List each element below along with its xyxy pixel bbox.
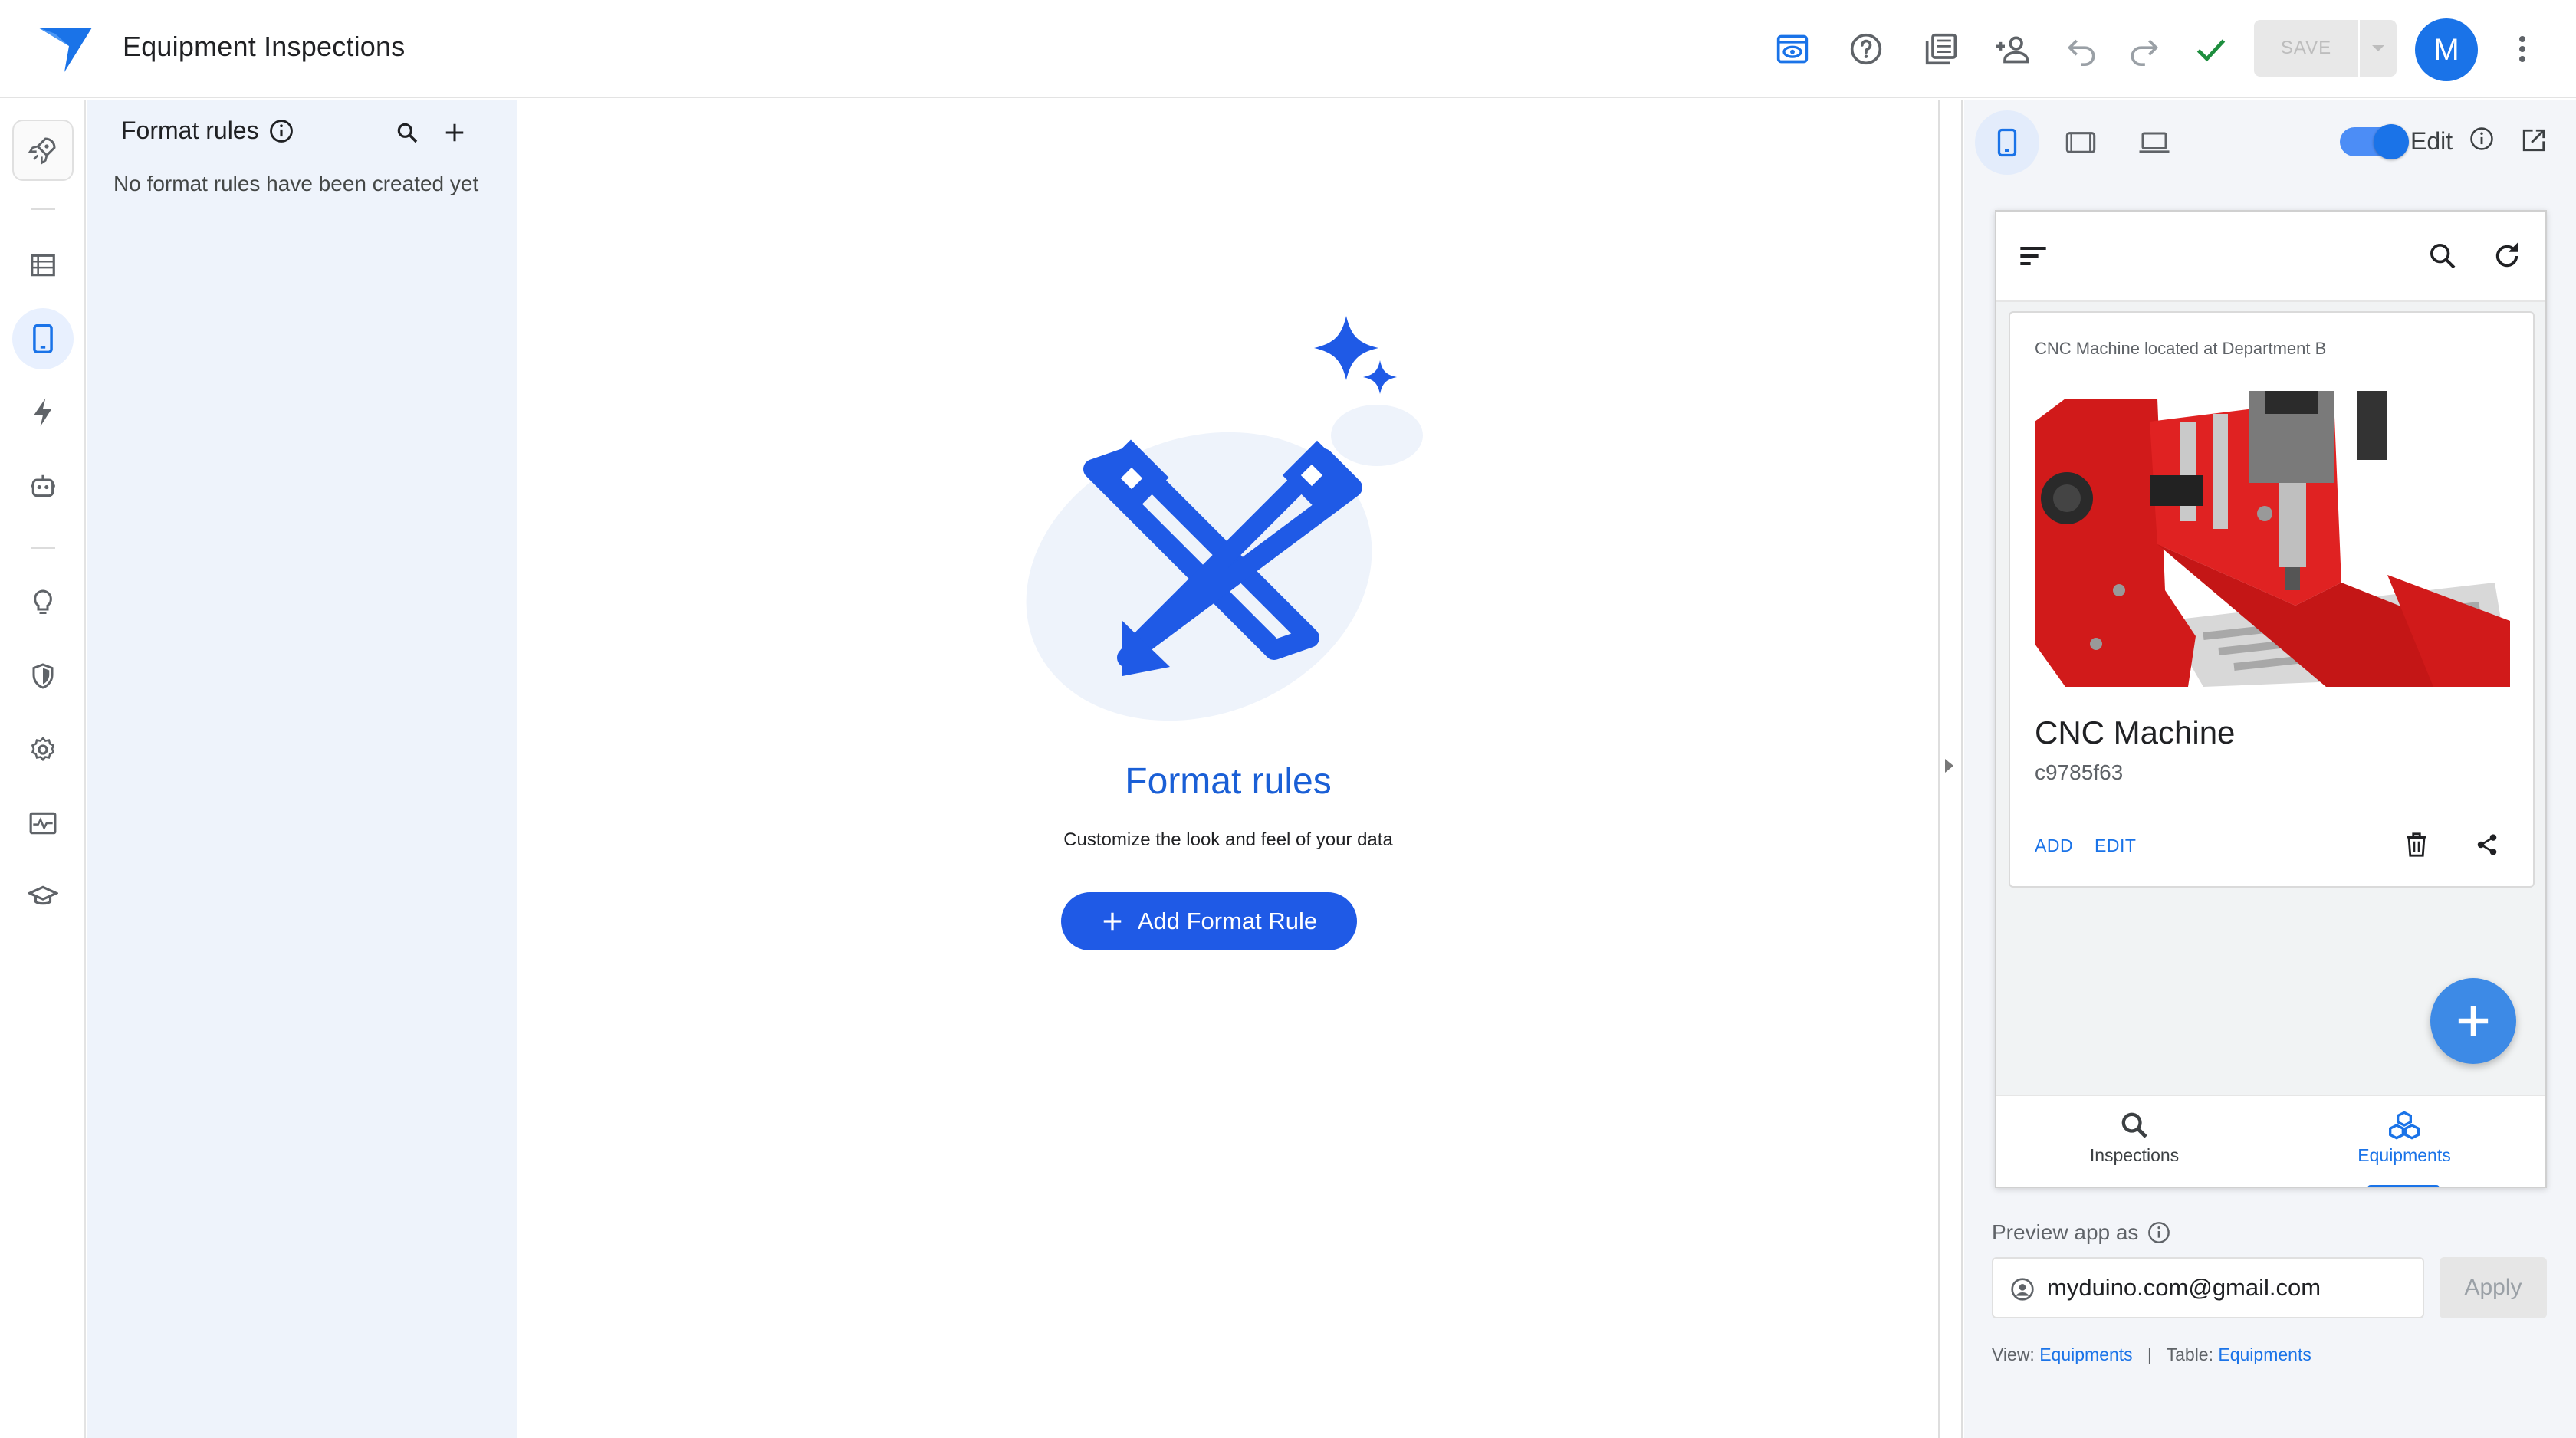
plus-icon	[2458, 1006, 2489, 1036]
card-title: CNC Machine	[2035, 714, 2236, 750]
preview-email-value: myduino.com@gmail.com	[2047, 1274, 2321, 1301]
nav-label-equipments: Equipments	[2358, 1145, 2451, 1165]
chevron-down-icon	[2372, 45, 2384, 51]
account-circle-icon	[2010, 1277, 2035, 1302]
security-icon[interactable]	[12, 645, 74, 707]
sort-menu-icon[interactable]	[2012, 235, 2055, 277]
left-rail	[0, 100, 86, 1438]
data-icon[interactable]	[12, 235, 74, 296]
check-icon[interactable]	[2190, 28, 2233, 71]
mobile-device-icon[interactable]	[1975, 110, 2039, 175]
appsheet-logo[interactable]	[38, 23, 92, 72]
footer-separator: |	[2147, 1344, 2152, 1364]
preview-email-field[interactable]: myduino.com@gmail.com	[1992, 1257, 2424, 1318]
format-rules-illustration	[1009, 314, 1438, 774]
search-icon[interactable]	[2421, 235, 2464, 277]
table-label: Table:	[2166, 1344, 2213, 1364]
format-rules-panel-title: Format rules	[121, 117, 259, 144]
undo-icon[interactable]	[2061, 28, 2104, 71]
preview-panel: Edit CNC Machine located at Department B	[1964, 100, 2576, 1438]
nav-item-equipments[interactable]: Equipments	[2289, 1110, 2519, 1166]
top-bar: Equipment Inspections SAVE M	[0, 0, 2576, 98]
gallery-icon[interactable]	[1920, 28, 1963, 71]
monitor-icon[interactable]	[12, 793, 74, 854]
app-title: Equipment Inspections	[123, 31, 406, 62]
detail-card[interactable]: CNC Machine located at Department B CNC …	[2009, 311, 2535, 888]
help-icon[interactable]	[1845, 28, 1888, 71]
add-format-rule-label: Add Format Rule	[1137, 908, 1318, 934]
app-header	[1996, 212, 2545, 302]
page-subtitle: Customize the look and feel of your data	[1063, 829, 1393, 850]
bottom-nav: Inspections Equipments	[1996, 1095, 2545, 1187]
nav-label-inspections: Inspections	[2089, 1145, 2180, 1165]
info-icon[interactable]	[268, 118, 294, 144]
add-fab-button[interactable]	[2430, 978, 2516, 1064]
info-icon[interactable]	[2469, 126, 2496, 153]
save-dropdown-button[interactable]	[2360, 20, 2397, 77]
cnc-machine-image[interactable]	[2035, 391, 2510, 687]
edit-label: Edit	[2410, 127, 2453, 155]
nav-item-inspections[interactable]: Inspections	[2019, 1110, 2249, 1166]
avatar[interactable]: M	[2415, 18, 2478, 81]
preview-as-label: Preview app as	[1992, 1220, 2139, 1244]
card-id: c9785f63	[2035, 760, 2124, 784]
settings-icon[interactable]	[12, 719, 74, 780]
add-action-button[interactable]: ADD	[2035, 836, 2073, 856]
share-icon[interactable]	[2469, 826, 2505, 863]
chevron-right-icon[interactable]	[1945, 759, 1953, 773]
automation-icon[interactable]	[12, 382, 74, 443]
nav-active-indicator	[2367, 1185, 2440, 1187]
add-format-rule-button[interactable]: Add Format Rule	[1061, 892, 1357, 950]
phone-preview: CNC Machine located at Department B CNC …	[1995, 210, 2547, 1188]
add-icon[interactable]	[435, 113, 474, 152]
info-icon[interactable]	[2147, 1220, 2173, 1246]
rocket-icon[interactable]	[12, 120, 74, 181]
apply-button[interactable]: Apply	[2440, 1257, 2547, 1318]
redo-icon[interactable]	[2122, 28, 2165, 71]
share-user-icon[interactable]	[1992, 28, 2035, 71]
view-label: View:	[1992, 1344, 2035, 1364]
search-icon	[2121, 1112, 2147, 1138]
learn-icon[interactable]	[12, 866, 74, 927]
bot-icon[interactable]	[12, 455, 74, 517]
cubes-icon	[2389, 1111, 2420, 1140]
table-link[interactable]: Equipments	[2218, 1344, 2311, 1364]
preview-footer: View: Equipments | Table: Equipments	[1992, 1344, 2312, 1365]
views-icon[interactable]	[12, 308, 74, 369]
empty-state-text: No format rules have been created yet	[113, 172, 479, 195]
bulb-icon[interactable]	[12, 572, 74, 633]
view-link[interactable]: Equipments	[2039, 1344, 2132, 1364]
page-title: Format rules	[1125, 761, 1332, 802]
preview-icon[interactable]	[1771, 28, 1814, 71]
format-rules-panel: Format rules No format rules have been c…	[87, 100, 517, 1438]
edit-toggle[interactable]	[2374, 124, 2409, 159]
delete-icon[interactable]	[2398, 826, 2435, 863]
tablet-device-icon[interactable]	[2049, 110, 2113, 175]
card-caption: CNC Machine located at Department B	[2035, 339, 2327, 358]
search-icon[interactable]	[388, 113, 426, 152]
edit-action-button[interactable]: EDIT	[2095, 836, 2136, 856]
more-vert-icon[interactable]	[2501, 28, 2544, 71]
main-content: Format rules Customize the look and feel…	[518, 100, 1938, 1438]
open-in-new-icon[interactable]	[2515, 121, 2553, 159]
plus-icon	[1103, 912, 1122, 931]
refresh-icon[interactable]	[2486, 235, 2528, 277]
desktop-device-icon[interactable]	[2122, 110, 2187, 175]
save-button[interactable]: SAVE	[2254, 20, 2358, 77]
